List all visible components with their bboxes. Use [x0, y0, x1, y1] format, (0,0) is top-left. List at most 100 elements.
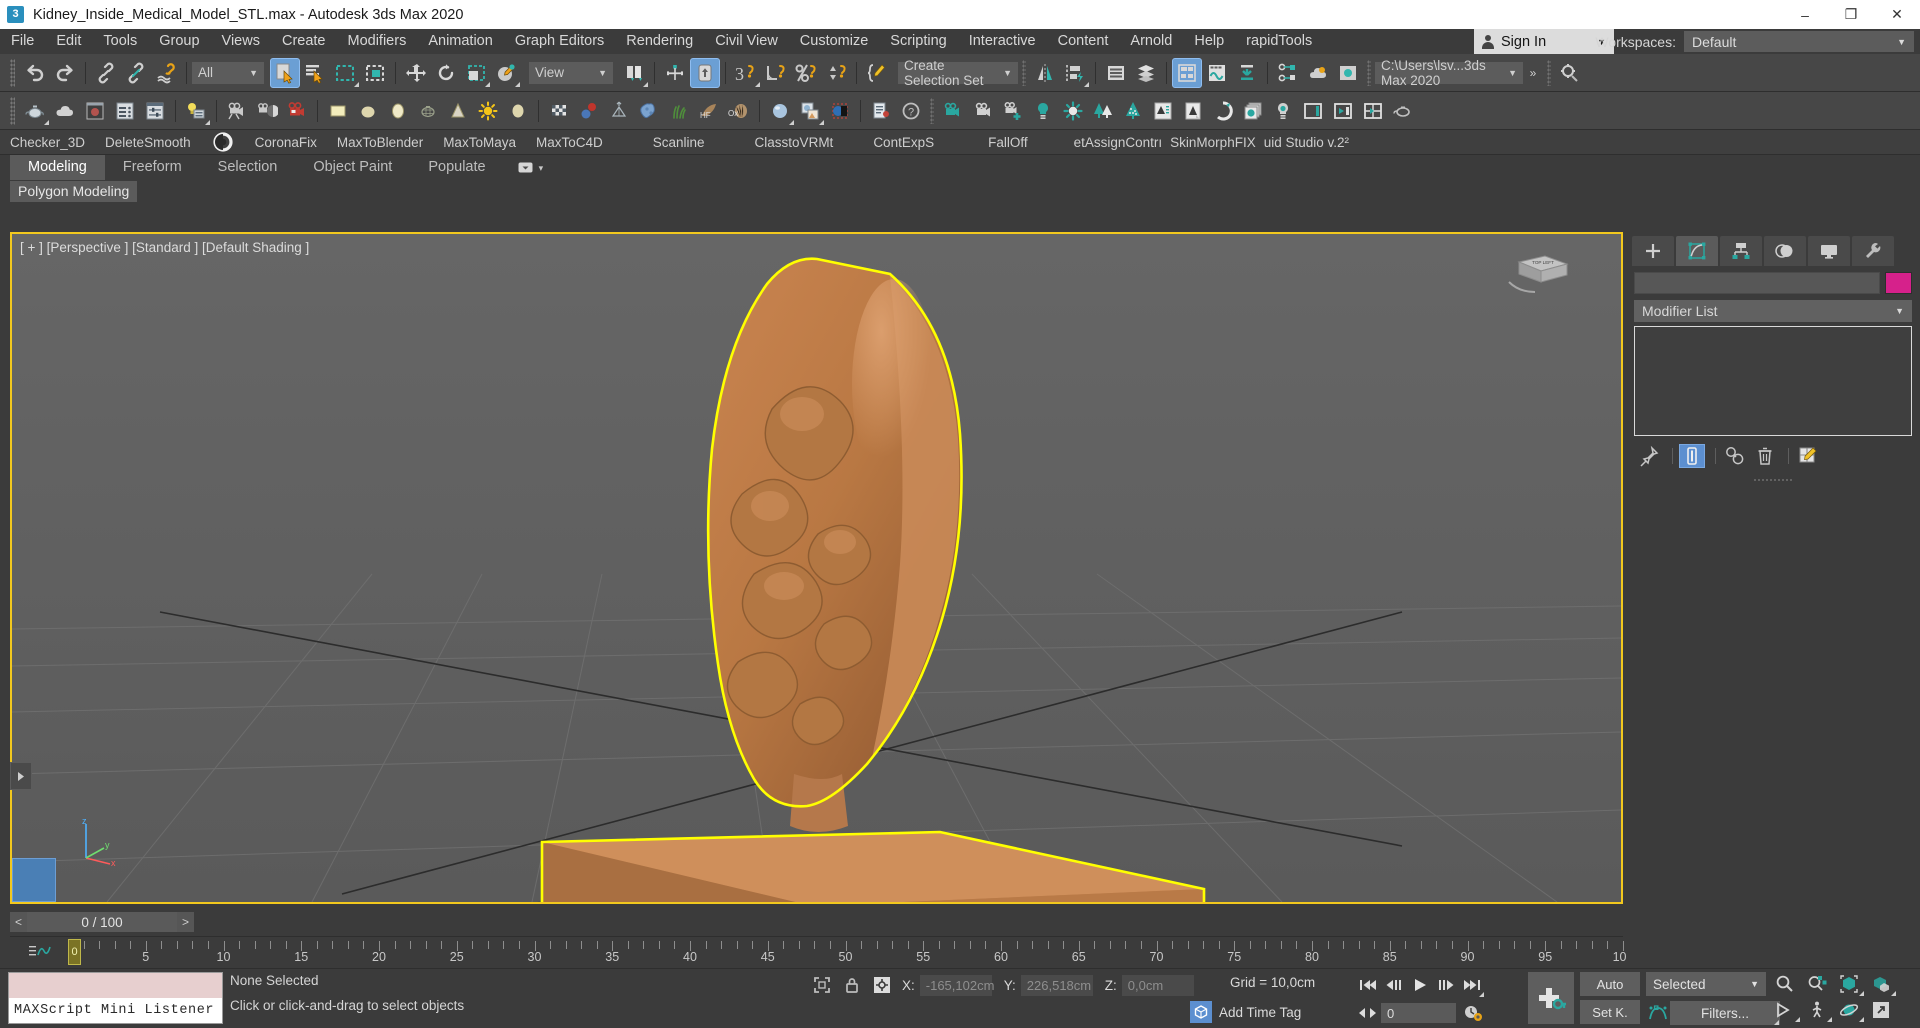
- camera-match-icon[interactable]: [252, 96, 282, 126]
- time-configuration-button[interactable]: [1460, 1000, 1486, 1026]
- prev-frame-button[interactable]: <: [10, 912, 27, 932]
- forest-pack-ui-icon[interactable]: [1148, 96, 1178, 126]
- set-key-label-button[interactable]: Set K.: [1580, 1000, 1640, 1024]
- camera-physical-icon[interactable]: [968, 96, 998, 126]
- help-icon[interactable]: ?: [896, 96, 926, 126]
- sphere-shaded-icon[interactable]: [353, 96, 383, 126]
- angle-snap-button[interactable]: [761, 58, 791, 88]
- x-coordinate-field[interactable]: -165,102cm: [919, 974, 994, 996]
- box-primitive-icon[interactable]: [323, 96, 353, 126]
- toolbar-grip[interactable]: [10, 58, 15, 87]
- atom-material-icon[interactable]: [574, 96, 604, 126]
- menu-item-civil-view[interactable]: Civil View: [704, 29, 789, 54]
- menu-item-help[interactable]: Help: [1183, 29, 1235, 54]
- cloud-object-icon[interactable]: [50, 96, 80, 126]
- current-frame-field[interactable]: 0: [1381, 1003, 1456, 1023]
- script-setassigncontroller[interactable]: etAssignContrı: [1074, 135, 1163, 150]
- create-selection-set-dropdown[interactable]: Create Selection Set ▼: [898, 58, 1018, 88]
- checker-map-icon[interactable]: [544, 96, 574, 126]
- script-maxtoc4d[interactable]: MaxToC4D: [536, 135, 603, 150]
- key-mode-toggle-button[interactable]: [1355, 1000, 1381, 1026]
- z-coordinate-field[interactable]: 0,0cm: [1121, 974, 1194, 996]
- menu-item-arnold[interactable]: Arnold: [1119, 29, 1183, 54]
- hair-fur-icon[interactable]: HF: [694, 96, 724, 126]
- menu-item-create[interactable]: Create: [271, 29, 337, 54]
- use-pivot-point-center-button[interactable]: [619, 58, 649, 88]
- create-tab[interactable]: [1632, 236, 1674, 266]
- motion-tab[interactable]: [1764, 236, 1806, 266]
- orbit-button[interactable]: [1833, 997, 1865, 1023]
- bulb-light-icon[interactable]: [1028, 96, 1058, 126]
- viewport-label[interactable]: [ + ] [Perspective ] [Standard ] [Defaul…: [20, 240, 309, 255]
- zoom-button[interactable]: [1769, 971, 1801, 997]
- render-frame-window-button[interactable]: [1303, 58, 1333, 88]
- script-falloff[interactable]: FallOff: [988, 135, 1028, 150]
- modify-tab[interactable]: [1676, 236, 1718, 266]
- script-uid-studio[interactable]: uid Studio v.2²: [1264, 135, 1349, 150]
- menu-item-file[interactable]: File: [0, 29, 45, 54]
- zoom-all-button[interactable]: [1801, 971, 1833, 997]
- redo-button[interactable]: [50, 58, 80, 88]
- maxscript-mini-listener[interactable]: MAXScript Mini Listener: [8, 972, 223, 1024]
- toolbar-overflow-button[interactable]: »: [1523, 58, 1543, 88]
- maxscript-output-line[interactable]: [9, 973, 222, 998]
- auto-key-button[interactable]: Auto: [1580, 972, 1640, 996]
- mirror-button[interactable]: [1030, 58, 1060, 88]
- menu-item-modifiers[interactable]: Modifiers: [337, 29, 418, 54]
- viewport-flyout-tab[interactable]: [10, 762, 32, 790]
- modifier-stack-list[interactable]: [1634, 326, 1912, 436]
- toolbar-grip[interactable]: [10, 96, 15, 125]
- sphere-blue-material-icon[interactable]: [765, 96, 795, 126]
- object-name-field[interactable]: [1634, 272, 1880, 294]
- tab-object-paint[interactable]: Object Paint: [295, 155, 410, 180]
- maximize-button[interactable]: ❐: [1828, 0, 1874, 29]
- bind-to-space-warp-button[interactable]: [151, 58, 181, 88]
- script-maxtomaya[interactable]: MaxToMaya: [443, 135, 516, 150]
- script-contexps[interactable]: ContExpS: [873, 135, 934, 150]
- maxscript-input-line[interactable]: MAXScript Mini Listener: [9, 998, 222, 1023]
- key-filters-button[interactable]: Filters...: [1670, 1001, 1780, 1025]
- snaps-toggle-button[interactable]: 3: [731, 58, 761, 88]
- zoom-extents-button[interactable]: [1833, 971, 1865, 997]
- rectangular-selection-region-button[interactable]: [330, 58, 360, 88]
- noise-modifier-icon[interactable]: [634, 96, 664, 126]
- window-crossing-button[interactable]: [360, 58, 390, 88]
- menu-item-views[interactable]: Views: [211, 29, 271, 54]
- menu-item-tools[interactable]: Tools: [92, 29, 148, 54]
- sun-light-icon[interactable]: [473, 96, 503, 126]
- list-panel-icon[interactable]: [110, 96, 140, 126]
- pin-stack-icon[interactable]: [1636, 444, 1662, 468]
- viewport-layout-icon[interactable]: [1358, 96, 1388, 126]
- hierarchy-tab[interactable]: [1720, 236, 1762, 266]
- menu-item-rapidtools[interactable]: rapidTools: [1235, 29, 1323, 54]
- tab-modeling[interactable]: Modeling: [10, 155, 105, 180]
- material-editor-button[interactable]: [1172, 57, 1202, 88]
- teapot-primitive-icon[interactable]: [20, 96, 50, 126]
- align-button[interactable]: [1060, 58, 1090, 88]
- customize-toolbar-button[interactable]: [1555, 58, 1585, 88]
- ribbon-flyout-button[interactable]: ▾: [518, 159, 544, 177]
- bitmap-map-icon[interactable]: [795, 96, 825, 126]
- unlink-selection-button[interactable]: [121, 58, 151, 88]
- add-time-tag-control[interactable]: Add Time Tag: [1190, 1001, 1301, 1023]
- select-and-place-button[interactable]: [491, 58, 521, 88]
- curve-editor-toggle-icon[interactable]: [28, 943, 54, 961]
- panel-label-polygon-modeling[interactable]: Polygon Modeling: [10, 181, 138, 202]
- track-bar[interactable]: 5 10 15 20 25 30 35 40 45 50 55 60 65 70 75 80 85 90 95 100…: [10, 936, 1633, 966]
- render-preview-icon[interactable]: [80, 96, 110, 126]
- tree-single-icon[interactable]: [1178, 96, 1208, 126]
- camera-add-icon[interactable]: [998, 96, 1028, 126]
- previous-frame-button[interactable]: [1381, 972, 1407, 998]
- menu-item-scripting[interactable]: Scripting: [879, 29, 957, 54]
- remove-modifier-icon[interactable]: [1752, 444, 1778, 468]
- cone-primitive-icon[interactable]: [443, 96, 473, 126]
- display-tab[interactable]: [1808, 236, 1850, 266]
- align-center-button[interactable]: [660, 58, 690, 88]
- script-scanline[interactable]: Scanline: [653, 135, 705, 150]
- menu-item-interactive[interactable]: Interactive: [958, 29, 1047, 54]
- workspace-dropdown[interactable]: Default ▼: [1684, 31, 1914, 52]
- menu-item-content[interactable]: Content: [1047, 29, 1120, 54]
- select-and-move-button[interactable]: [401, 58, 431, 88]
- minimize-button[interactable]: –: [1782, 0, 1828, 29]
- grass-object-icon[interactable]: [664, 96, 694, 126]
